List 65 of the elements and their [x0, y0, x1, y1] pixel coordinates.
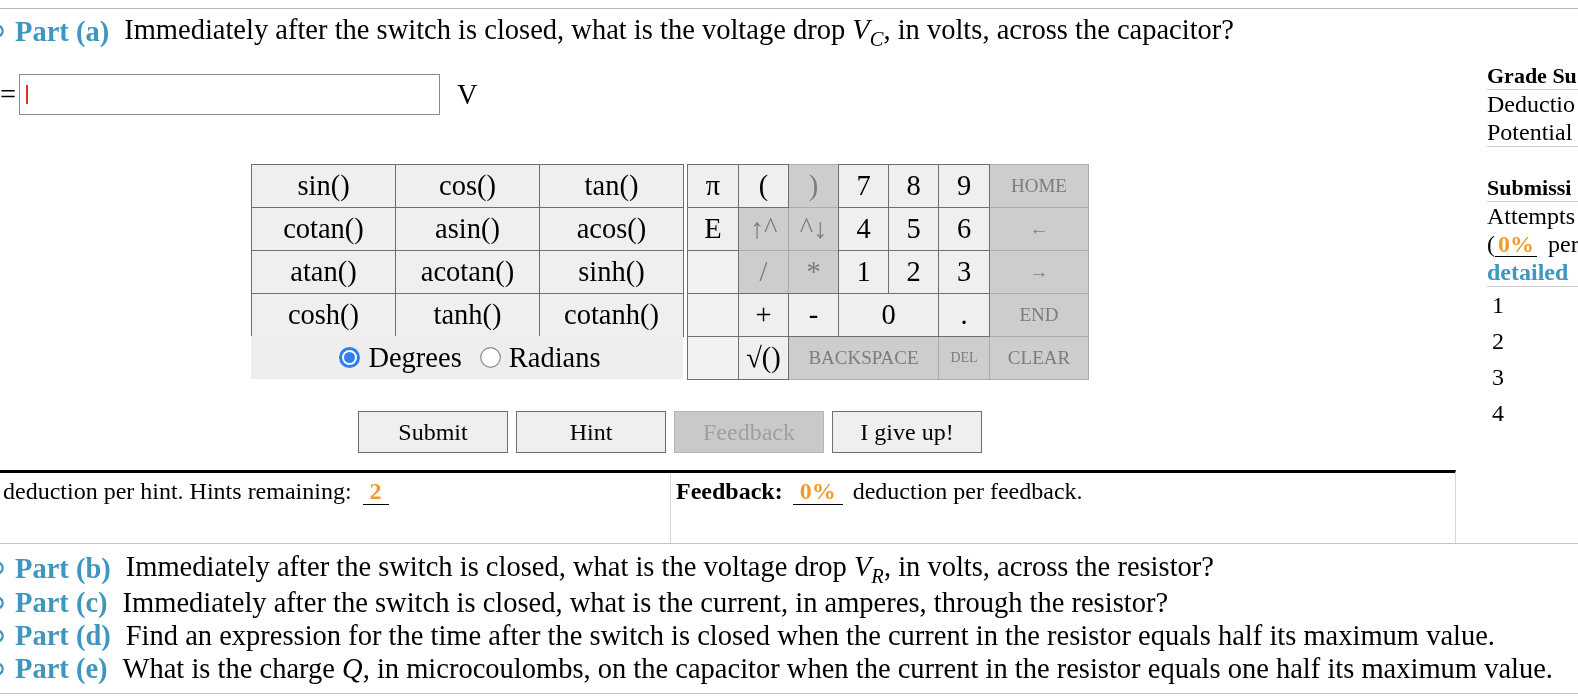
- question-text: Immediately after the switch is closed, what is the voltage drop V$_{R}$, in volts, across the resistor?: [125, 550, 1214, 587]
- keypad-key[interactable]: (: [738, 164, 789, 209]
- blank-key: [687, 250, 739, 295]
- angle-mode-radio[interactable]: Radians: [479, 341, 601, 374]
- keypad-key[interactable]: E: [687, 207, 739, 252]
- keypad-key[interactable]: 1: [838, 250, 889, 295]
- blank-key: [687, 336, 739, 381]
- hints-text: deduction per hint. Hints remaining: 2: [3, 477, 393, 506]
- attempt-number: 1: [1491, 291, 1505, 321]
- keypad-key[interactable]: 8: [888, 164, 939, 209]
- function-key[interactable]: sinh(): [539, 250, 684, 295]
- question-text: Find an expression for the time after the switch is closed when the current in the resistor equals half its maximum value.: [125, 619, 1495, 653]
- function-key[interactable]: cos(): [395, 164, 540, 209]
- arc-icon[interactable]: [0, 661, 5, 676]
- blank-key: [687, 293, 739, 338]
- function-key[interactable]: cotanh(): [539, 293, 684, 338]
- submissions-text: (0% per: [1487, 230, 1578, 259]
- feedback-text: 0% deduction per feedback.: [787, 477, 1083, 506]
- grade-summary-heading: Grade Su: [1487, 63, 1578, 91]
- question-text: Immediately after the switch is closed, what is the voltage drop V$_{C}$, in volts, across the capacitor?: [124, 13, 1234, 50]
- keypad-key[interactable]: 5: [888, 207, 939, 252]
- function-key[interactable]: cotan(): [251, 207, 396, 252]
- keypad-key[interactable]: 0: [838, 293, 939, 338]
- function-key[interactable]: sin(): [251, 164, 396, 209]
- grade-summary-text: Deductio: [1487, 90, 1576, 119]
- question-text: Immediately after the switch is closed, what is the current, in amperes, through the resistor?: [122, 586, 1169, 620]
- attempt-number: 4: [1491, 399, 1505, 429]
- answer-field[interactable]: [19, 74, 440, 116]
- radio-icon[interactable]: [479, 347, 501, 369]
- keypad-key[interactable]: 4: [838, 207, 889, 252]
- function-key[interactable]: tanh(): [395, 293, 540, 338]
- attempt-number: 3: [1491, 363, 1505, 393]
- feedback-label: Feedback:: [676, 477, 783, 506]
- hint-button[interactable]: Hint: [516, 411, 666, 454]
- keypad-key[interactable]: 2: [888, 250, 939, 295]
- question-text: What is the charge Q, in microcoulombs, on the capacitor when the current in the resistor equals one half its maximum value.: [122, 652, 1553, 686]
- function-key[interactable]: acos(): [539, 207, 684, 252]
- keypad-key[interactable]: π: [687, 164, 739, 209]
- keypad-key[interactable]: -: [788, 293, 839, 338]
- angle-mode-radio[interactable]: Degrees: [339, 341, 462, 374]
- arc-icon[interactable]: [0, 595, 5, 610]
- arc-icon[interactable]: [0, 24, 5, 39]
- keypad-key[interactable]: +: [738, 293, 789, 338]
- function-key[interactable]: atan(): [251, 250, 396, 295]
- submissions-text: Attempts: [1487, 202, 1576, 231]
- function-key[interactable]: asin(): [395, 207, 540, 252]
- function-key[interactable]: acotan(): [395, 250, 540, 295]
- give-up-button[interactable]: I give up!: [832, 411, 982, 454]
- arc-icon[interactable]: [0, 628, 5, 643]
- keypad-key[interactable]: √(): [738, 336, 789, 381]
- keypad-key[interactable]: 7: [838, 164, 889, 209]
- keypad-key[interactable]: .: [938, 293, 990, 338]
- grade-summary-text: Potential: [1487, 118, 1574, 147]
- function-key[interactable]: cosh(): [251, 293, 396, 338]
- arc-icon[interactable]: [0, 561, 5, 576]
- submissions-heading: Submissi: [1487, 175, 1578, 203]
- attempt-number: 2: [1491, 327, 1505, 357]
- unit-label: V: [457, 78, 478, 113]
- radio-icon[interactable]: [339, 347, 361, 369]
- keypad-key[interactable]: 6: [938, 207, 990, 252]
- equals-sign: =: [0, 78, 16, 113]
- keypad-key[interactable]: 9: [938, 164, 990, 209]
- submit-button[interactable]: Submit: [358, 411, 508, 454]
- keypad-key[interactable]: 3: [938, 250, 990, 295]
- function-key[interactable]: tan(): [539, 164, 684, 209]
